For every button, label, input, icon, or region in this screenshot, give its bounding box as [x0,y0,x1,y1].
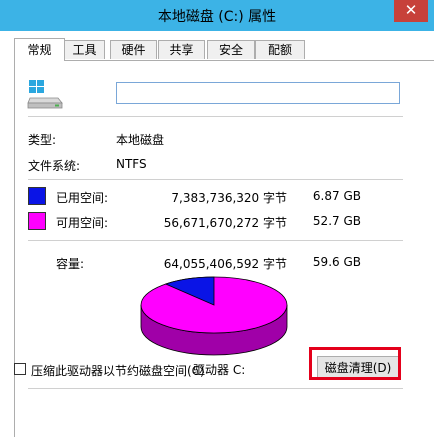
free-space-swatch [28,212,46,230]
tab-sharing[interactable]: 共享 [158,40,205,59]
usage-pie-chart [140,276,288,356]
free-space-bytes: 56,671,670,272 字节 [163,216,287,230]
drive-icon [27,80,63,109]
tab-general[interactable]: 常规 [14,38,65,61]
tab-hardware[interactable]: 硬件 [110,40,157,59]
general-panel: 类型: 本地磁盘 文件系统: NTFS 已用空间: 7,383,736,320 … [14,60,434,437]
title-bar[interactable]: 本地磁盘 (C:) 属性 ✕ [0,0,434,31]
compress-drive-label[interactable]: 压缩此驱动器以节约磁盘空间(C) [31,362,205,379]
type-value: 本地磁盘 [116,133,165,147]
properties-window: 本地磁盘 (C:) 属性 ✕ 常规 工具 硬件 共享 安全 配额 类型: 本地磁… [0,0,434,437]
close-button[interactable]: ✕ [394,0,428,22]
capacity-bytes: 64,055,406,592 字节 [163,257,287,271]
filesystem-label: 文件系统: [28,159,81,173]
free-space-gb: 52.7 GB [312,214,361,228]
disk-cleanup-button[interactable]: 磁盘清理(D) [317,356,399,379]
tab-tools[interactable]: 工具 [64,40,105,59]
filesystem-value: NTFS [116,157,147,171]
type-label: 类型: [28,133,57,147]
separator [28,179,403,180]
separator [28,240,403,241]
used-space-gb: 6.87 GB [312,189,361,203]
separator [28,388,403,389]
capacity-label: 容量: [56,257,85,271]
compress-drive-checkbox[interactable] [14,363,26,375]
used-space-swatch [28,187,46,205]
tab-security[interactable]: 安全 [207,40,255,59]
tab-quota[interactable]: 配额 [255,40,305,59]
used-space-bytes: 7,383,736,320 字节 [171,191,287,205]
capacity-gb: 59.6 GB [312,255,361,269]
volume-name-input[interactable] [116,82,400,104]
free-space-label: 可用空间: [56,216,109,230]
tab-strip: 常规 工具 硬件 共享 安全 配额 [14,38,434,61]
used-space-label: 已用空间: [56,191,109,205]
window-title: 本地磁盘 (C:) 属性 [157,9,277,25]
separator [28,116,403,117]
